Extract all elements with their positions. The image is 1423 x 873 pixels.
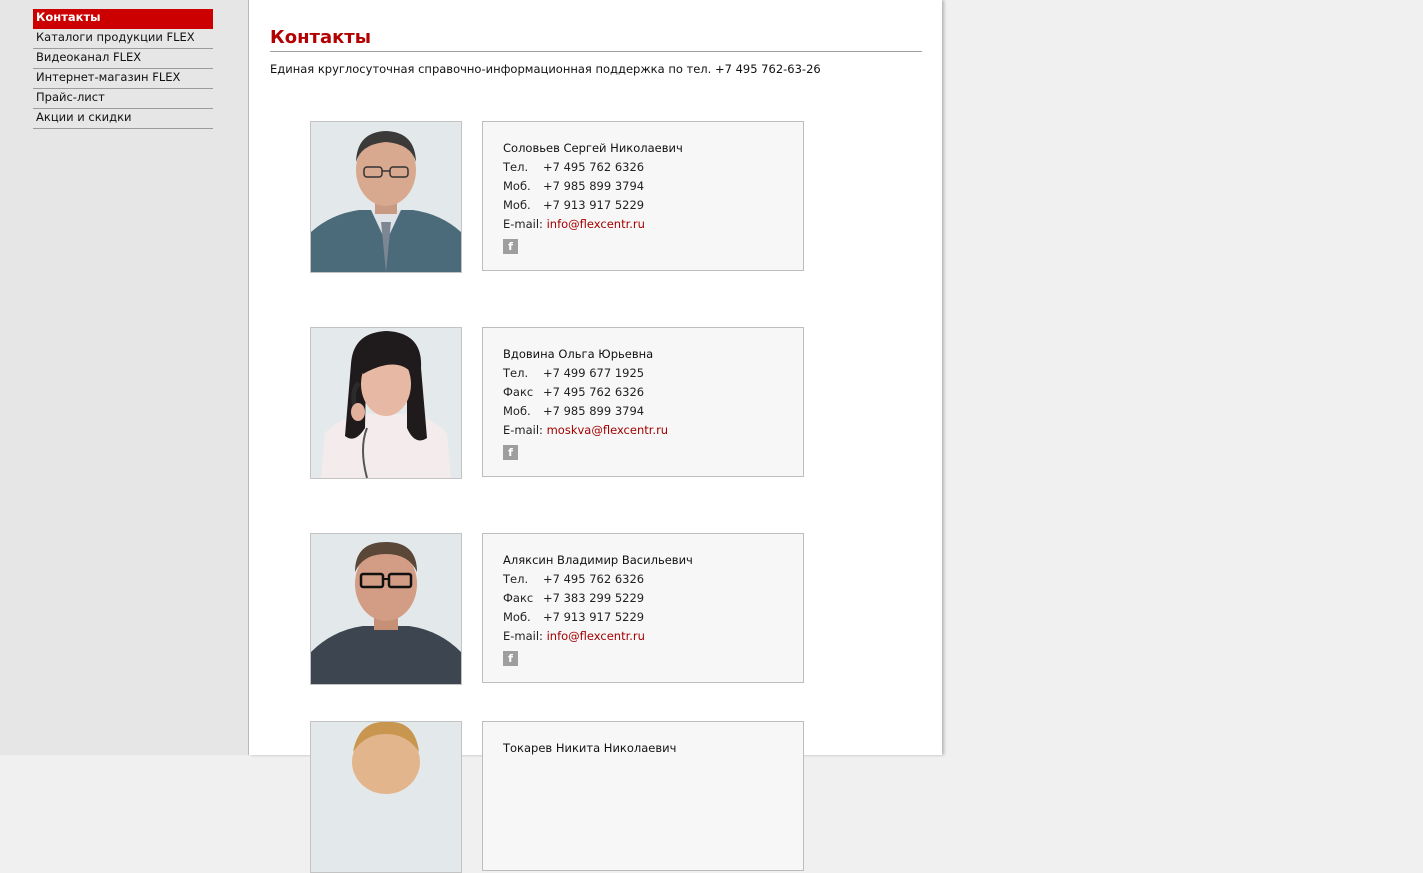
contact-name: Токарев Никита Николаевич (503, 741, 677, 755)
contact-row: E-mail: info@flexcentr.ru (503, 629, 645, 643)
contact-row: Моб. +7 913 917 5229 (503, 610, 644, 624)
sidebar: Контакты Каталоги продукции FLEX Видеока… (0, 0, 249, 755)
sidebar-nav: Контакты Каталоги продукции FLEX Видеока… (33, 9, 213, 129)
fax-value: +7 383 299 5229 (543, 591, 645, 605)
email-link[interactable]: moskva@flexcentr.ru (547, 423, 669, 437)
contact-row: E-mail: info@flexcentr.ru (503, 217, 645, 231)
page-title: Контакты (270, 26, 922, 52)
phone-value: +7 499 677 1925 (543, 366, 645, 380)
sidebar-item-pricelist[interactable]: Прайс-лист (33, 89, 213, 109)
fax-value: +7 495 762 6326 (543, 385, 645, 399)
email-link[interactable]: info@flexcentr.ru (547, 217, 645, 231)
facebook-icon[interactable]: f (503, 651, 518, 666)
phone-label: Тел. (503, 160, 529, 174)
facebook-icon[interactable]: f (503, 445, 518, 460)
fax-label: Факс (503, 385, 534, 399)
mobile-label: Моб. (503, 610, 531, 624)
sidebar-item-catalogs[interactable]: Каталоги продукции FLEX (33, 29, 213, 49)
person-photo-icon (311, 722, 461, 872)
mobile-label: Моб. (503, 179, 531, 193)
email-label: E-mail: (503, 423, 543, 437)
contact-photo (310, 121, 462, 273)
mobile-value: +7 913 917 5229 (543, 198, 645, 212)
mobile-label: Моб. (503, 198, 531, 212)
contact-card: Соловьев Сергей Николаевич Тел. +7 495 76… (482, 121, 804, 271)
contact-name: Вдовина Ольга Юрьевна (503, 347, 654, 361)
email-link[interactable]: info@flexcentr.ru (547, 629, 645, 643)
mobile-value: +7 985 899 3794 (543, 179, 645, 193)
person-photo-icon (311, 534, 461, 684)
phone-value: +7 495 762 6326 (543, 572, 645, 586)
phone-label: Тел. (503, 572, 529, 586)
contact-card: Аляксин Владимир Васильевич Тел. +7 495 7… (482, 533, 804, 683)
main-content: Контакты Единая круглосуточная справочно… (249, 0, 942, 873)
contact-row: Тел. +7 495 762 6326 (503, 572, 644, 586)
fax-label: Факс (503, 591, 534, 605)
contact-row: Моб. +7 985 899 3794 (503, 179, 644, 193)
phone-label: Тел. (503, 366, 529, 380)
person-photo-icon (311, 122, 461, 272)
contact-row: Моб. +7 913 917 5229 (503, 198, 644, 212)
sidebar-item-contacts[interactable]: Контакты (33, 9, 213, 29)
sidebar-item-promotions[interactable]: Акции и скидки (33, 109, 213, 129)
contact-row: E-mail: moskva@flexcentr.ru (503, 423, 668, 437)
email-label: E-mail: (503, 629, 543, 643)
contact-card: Токарев Никита Николаевич (482, 721, 804, 871)
person-photo-icon (311, 328, 461, 478)
contact-photo (310, 327, 462, 479)
contact-name: Соловьев Сергей Николаевич (503, 141, 683, 155)
contact-row: Факс +7 383 299 5229 (503, 591, 644, 605)
contact-row: Факс +7 495 762 6326 (503, 385, 644, 399)
email-label: E-mail: (503, 217, 543, 231)
contact-row: Тел. +7 499 677 1925 (503, 366, 644, 380)
sidebar-item-shop[interactable]: Интернет-магазин FLEX (33, 69, 213, 89)
sidebar-item-video[interactable]: Видеоканал FLEX (33, 49, 213, 69)
contact-row: Тел. +7 495 762 6326 (503, 160, 644, 174)
contact-photo (310, 533, 462, 685)
mobile-label: Моб. (503, 404, 531, 418)
contact-name: Аляксин Владимир Васильевич (503, 553, 693, 567)
mobile-value: +7 985 899 3794 (543, 404, 645, 418)
facebook-icon[interactable]: f (503, 239, 518, 254)
contact-photo (310, 721, 462, 873)
contact-card: Вдовина Ольга Юрьевна Тел. +7 499 677 192… (482, 327, 804, 477)
support-text: Единая круглосуточная справочно-информац… (270, 62, 821, 76)
mobile-value: +7 913 917 5229 (543, 610, 645, 624)
contact-row: Моб. +7 985 899 3794 (503, 404, 644, 418)
phone-value: +7 495 762 6326 (543, 160, 645, 174)
